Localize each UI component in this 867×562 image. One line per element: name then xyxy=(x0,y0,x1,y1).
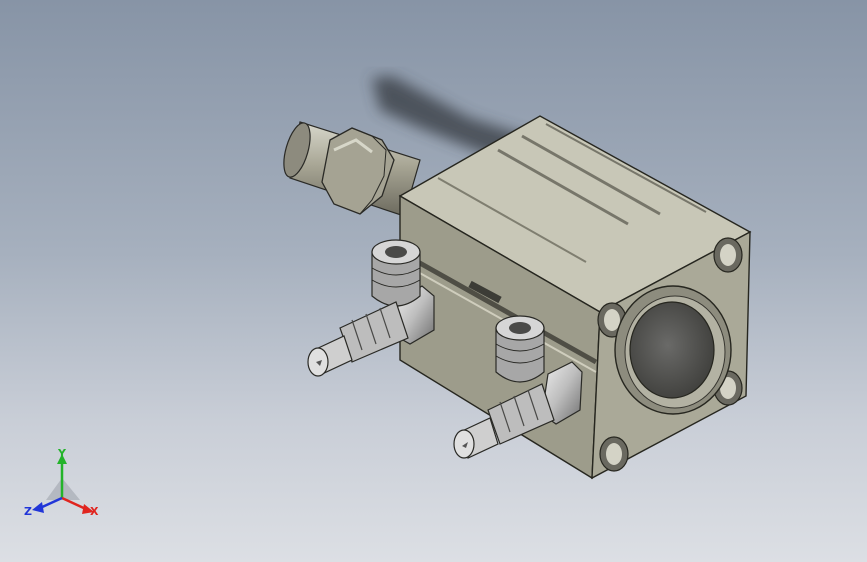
view-triad[interactable]: Y X Z xyxy=(24,448,104,524)
y-axis-label: Y xyxy=(58,447,66,460)
piston-face xyxy=(614,285,732,415)
z-axis-label: Z xyxy=(24,505,32,518)
model-view[interactable] xyxy=(0,0,867,562)
graphics-viewport[interactable]: Y X Z xyxy=(0,0,867,562)
x-axis-label: X xyxy=(90,505,99,518)
